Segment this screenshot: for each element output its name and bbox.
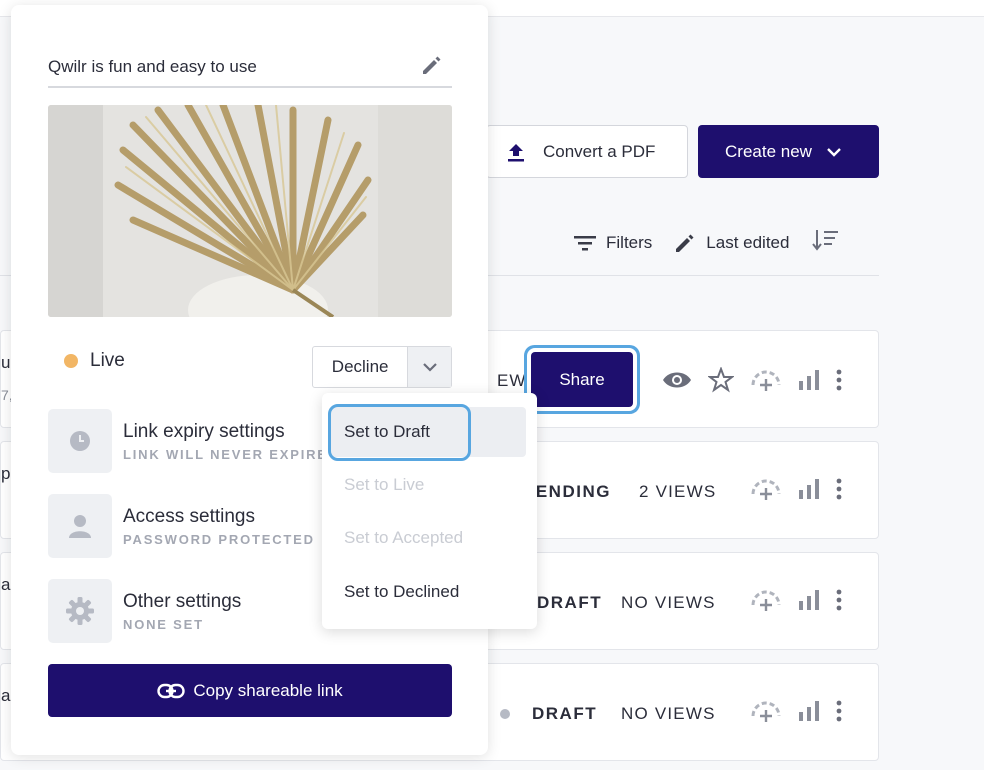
current-status: Live xyxy=(64,350,125,372)
status-dropdown-toggle[interactable] xyxy=(407,347,451,387)
chevron-down-icon xyxy=(827,147,841,157)
setting-name: Access settings xyxy=(123,505,255,527)
palm-leaf-image xyxy=(48,105,452,317)
row-title-fragment: p xyxy=(1,464,11,483)
filter-icon xyxy=(574,235,596,250)
clock-icon xyxy=(48,409,112,473)
gear-icon xyxy=(48,579,112,643)
status-badge: EW xyxy=(497,371,527,390)
menu-item-set-to-declined[interactable]: Set to Declined xyxy=(330,567,526,617)
setting-name: Other settings xyxy=(123,590,242,612)
views-count: 2 VIEWS xyxy=(639,482,717,501)
more-icon[interactable] xyxy=(836,369,842,391)
convert-pdf-button[interactable]: Convert a PDF xyxy=(486,125,688,178)
eye-icon[interactable] xyxy=(662,370,692,390)
other-settings[interactable]: Other settings NONE SET xyxy=(48,579,241,643)
sort-order-button[interactable] xyxy=(811,228,839,257)
page-title-field[interactable]: Qwilr is fun and easy to use xyxy=(48,51,452,88)
edit-pencil-icon[interactable] xyxy=(420,53,444,77)
upload-icon xyxy=(508,143,524,161)
decline-button[interactable]: Decline xyxy=(313,357,407,377)
menu-item-set-to-live: Set to Live xyxy=(344,475,425,494)
menu-item-set-to-draft[interactable]: Set to Draft xyxy=(330,407,526,457)
status-action-select[interactable]: Decline xyxy=(312,346,452,388)
access-settings[interactable]: Access settings PASSWORD PROTECTED xyxy=(48,494,315,558)
chevron-down-icon xyxy=(422,363,437,372)
person-icon xyxy=(48,494,112,558)
status-badge: DRAFT xyxy=(537,593,603,612)
status-dot xyxy=(500,709,510,719)
star-icon[interactable] xyxy=(708,367,734,393)
engagement-icon[interactable] xyxy=(750,478,782,500)
copy-shareable-link-button[interactable]: Copy shareable link xyxy=(48,664,452,717)
sort-order-icon xyxy=(812,230,839,251)
filters-label: Filters xyxy=(606,232,653,252)
create-new-button[interactable]: Create new xyxy=(698,125,879,178)
filters-button[interactable]: Filters xyxy=(574,233,652,253)
row-actions xyxy=(750,478,842,500)
status-menu: Set to Draft Set to Live Set to Accepted… xyxy=(322,393,537,629)
row-actions xyxy=(750,700,842,722)
share-button[interactable]: Share xyxy=(531,352,633,407)
setting-value: PASSWORD PROTECTED xyxy=(123,531,315,547)
engagement-icon[interactable] xyxy=(750,589,782,611)
views-count: NO VIEWS xyxy=(621,593,716,612)
pencil-icon xyxy=(676,234,694,252)
menu-item-set-to-accepted: Set to Accepted xyxy=(344,528,464,547)
share-popover: Qwilr is fun and easy to use Live Declin… xyxy=(11,5,488,755)
live-status-label: Live xyxy=(90,350,125,371)
views-count: NO VIEWS xyxy=(621,704,716,723)
create-new-label: Create new xyxy=(725,141,812,161)
convert-pdf-label: Convert a PDF xyxy=(543,141,656,161)
link-expiry-settings[interactable]: Link expiry settings LINK WILL NEVER EXP… xyxy=(48,409,328,473)
status-badge: DRAFT xyxy=(532,704,598,723)
cover-image[interactable] xyxy=(48,105,452,317)
setting-value: NONE SET xyxy=(123,616,204,632)
link-icon xyxy=(157,683,186,698)
row-actions xyxy=(662,367,842,393)
engagement-icon[interactable] xyxy=(750,700,782,722)
copy-link-label: Copy shareable link xyxy=(193,680,343,700)
more-icon[interactable] xyxy=(836,700,842,722)
sort-bar: Filters Last edited xyxy=(574,228,839,257)
row-actions xyxy=(750,589,842,611)
analytics-icon[interactable] xyxy=(798,590,820,610)
setting-name: Link expiry settings xyxy=(123,420,285,442)
live-status-dot xyxy=(64,354,78,368)
analytics-icon[interactable] xyxy=(798,701,820,721)
more-icon[interactable] xyxy=(836,589,842,611)
page-title: Qwilr is fun and easy to use xyxy=(48,57,257,76)
last-edited-button[interactable]: Last edited xyxy=(674,232,789,254)
setting-value: LINK WILL NEVER EXPIRE xyxy=(123,446,328,462)
analytics-icon[interactable] xyxy=(798,370,820,390)
more-icon[interactable] xyxy=(836,478,842,500)
row-title-fragment: u xyxy=(1,353,11,372)
analytics-icon[interactable] xyxy=(798,479,820,499)
engagement-icon[interactable] xyxy=(750,369,782,391)
row-title-fragment: a xyxy=(1,575,11,594)
last-edited-label: Last edited xyxy=(706,232,790,252)
